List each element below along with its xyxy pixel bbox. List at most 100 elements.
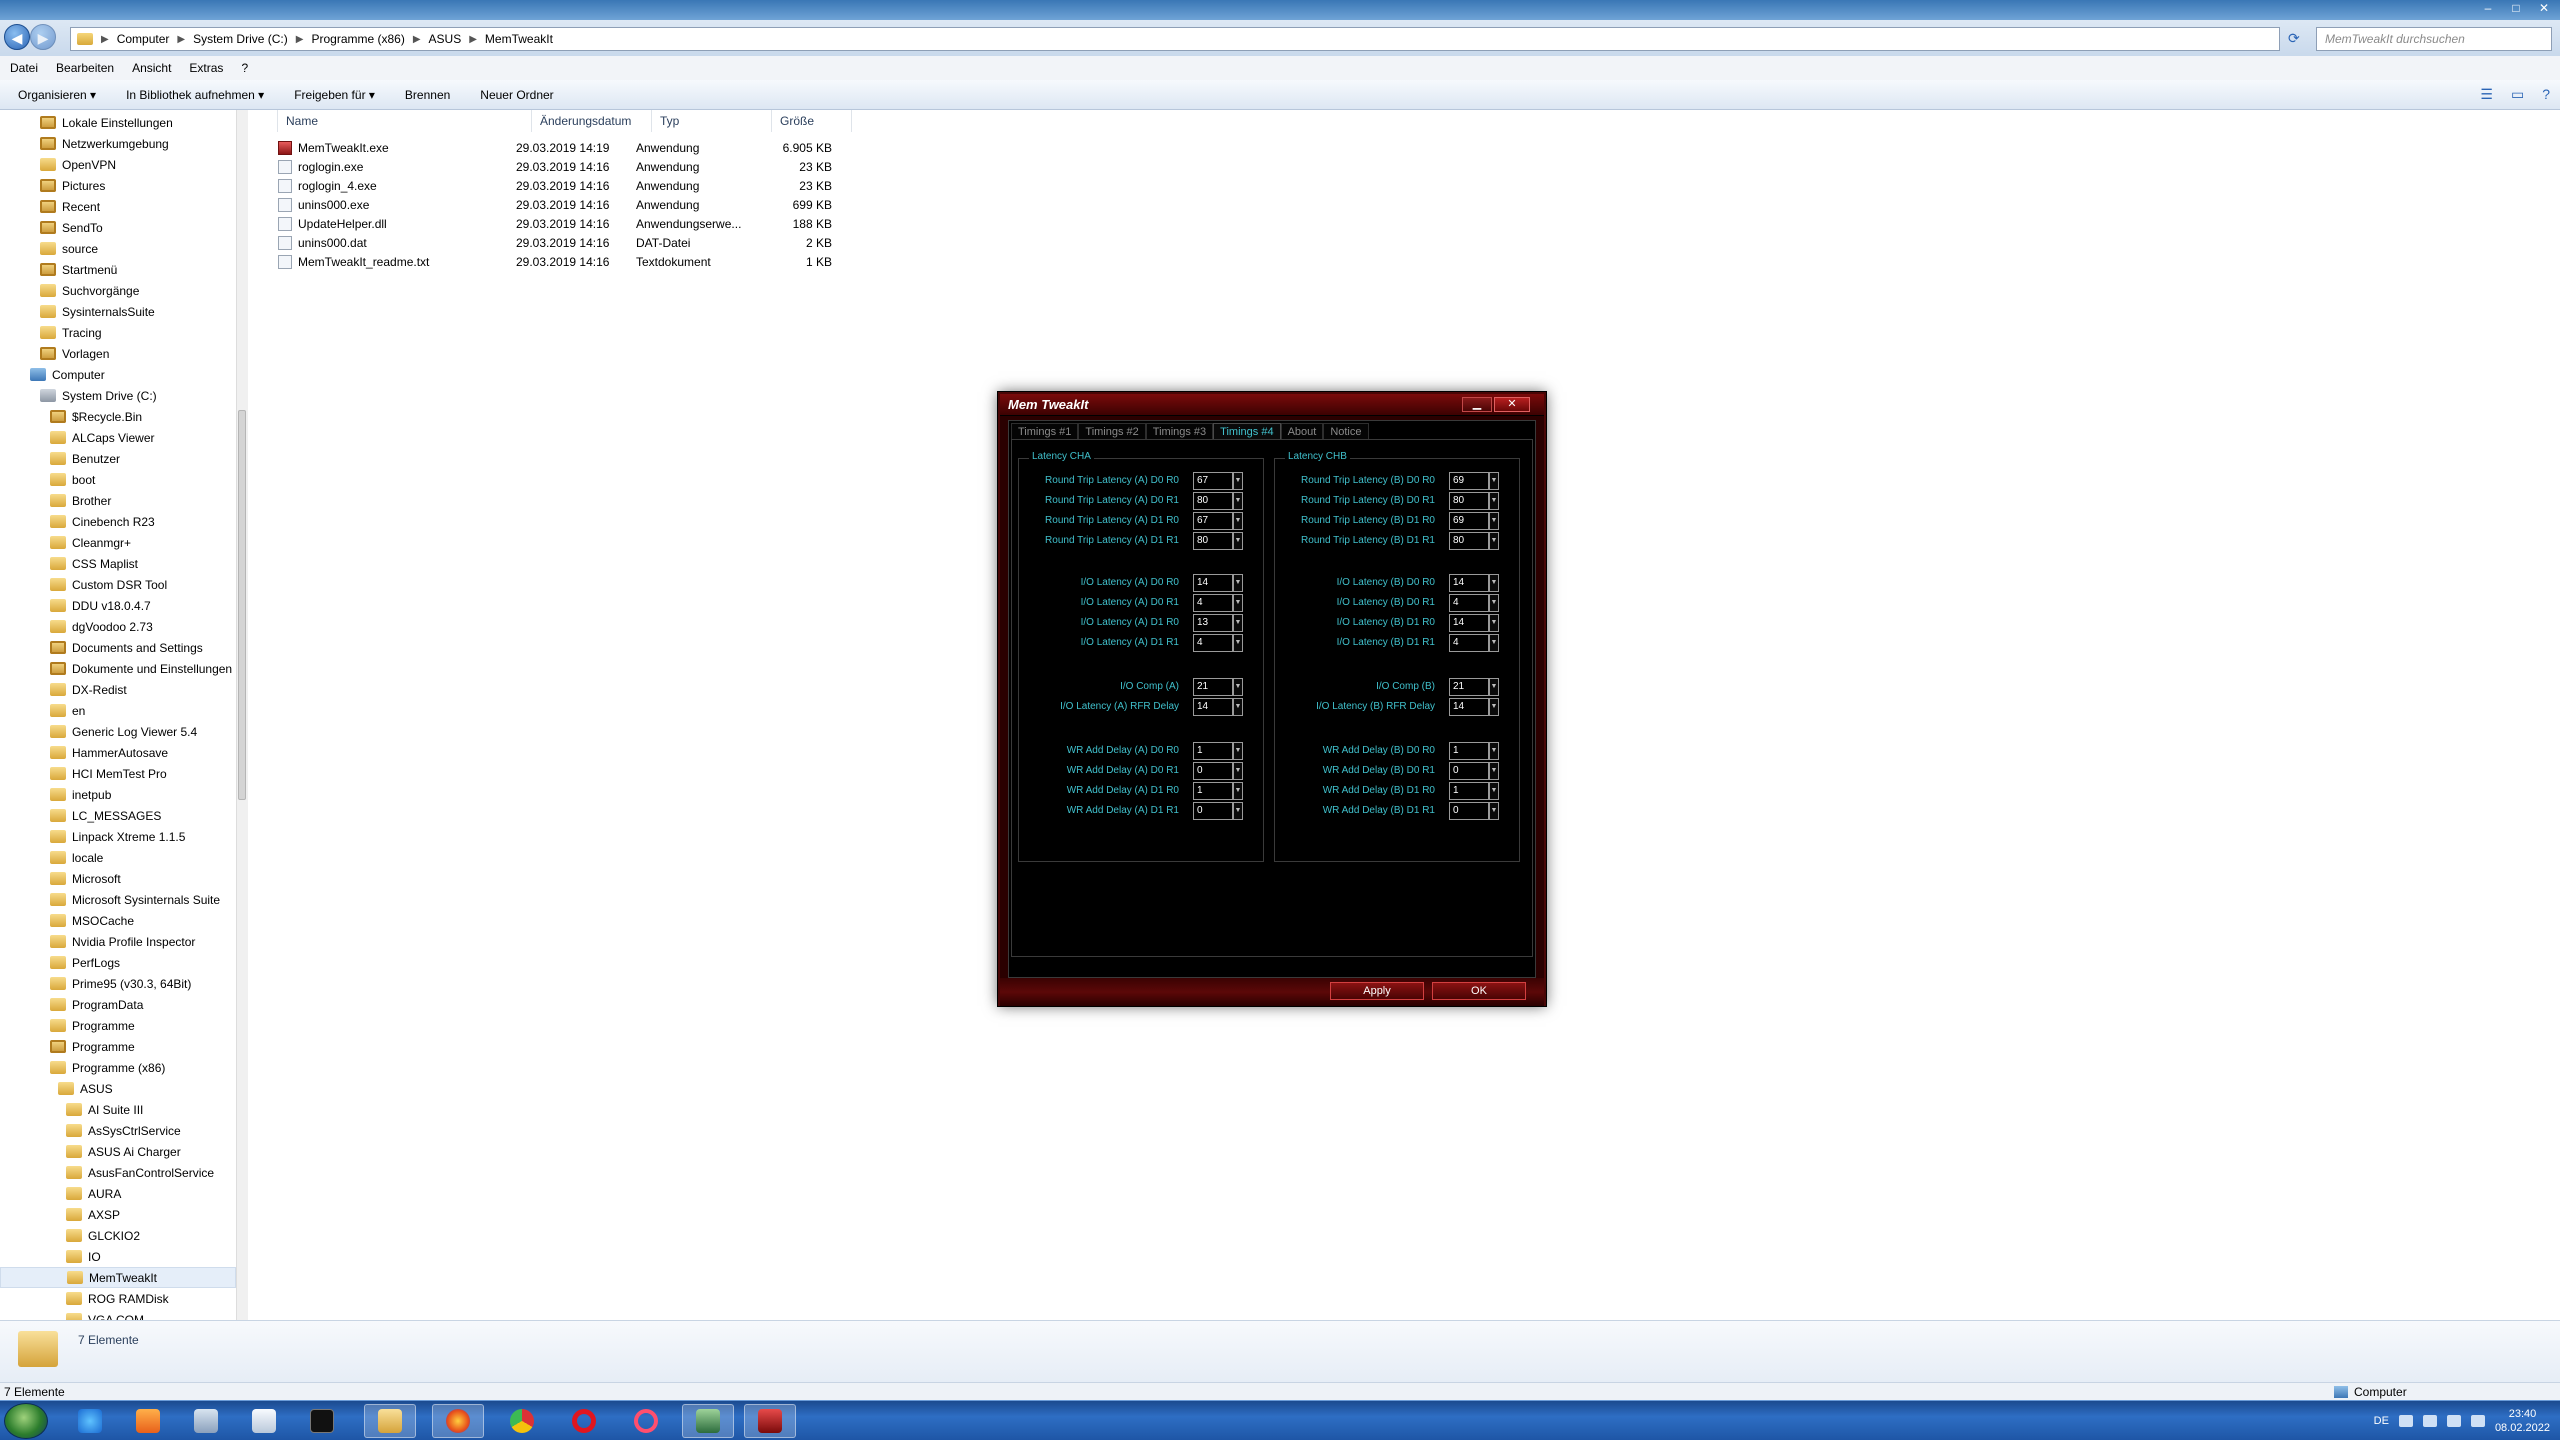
nav-item[interactable]: Dokumente und Einstellungen [50,658,232,679]
chevron-down-icon[interactable]: ▼ [1489,614,1499,632]
nav-item[interactable]: Generic Log Viewer 5.4 [50,721,197,742]
chevron-down-icon[interactable]: ▼ [1233,698,1243,716]
chevron-down-icon[interactable]: ▼ [1233,782,1243,800]
apply-button[interactable]: Apply [1330,982,1424,1000]
organize-button[interactable]: Organisieren ▾ [18,88,96,102]
burn-button[interactable]: Brennen [405,88,450,102]
nav-item[interactable]: AI Suite III [66,1099,143,1120]
chevron-down-icon[interactable]: ▼ [1489,678,1499,696]
menu-bearbeiten[interactable]: Bearbeiten [56,61,114,75]
nav-item[interactable]: locale [50,847,103,868]
close-button[interactable]: ✕ [2532,0,2556,16]
taskbar-firefox[interactable] [432,1404,484,1438]
timing-value-input[interactable]: 1 [1449,782,1489,800]
breadcrumb-item[interactable]: Programme (x86) [311,32,404,46]
timing-value-input[interactable]: 21 [1193,678,1233,696]
menu-datei[interactable]: Datei [10,61,38,75]
chevron-down-icon[interactable]: ▼ [1489,574,1499,592]
nav-item[interactable]: Startmenü [40,259,117,280]
nav-item[interactable]: Prime95 (v30.3, 64Bit) [50,973,191,994]
nav-item[interactable]: AURA [66,1183,121,1204]
taskbar-cmd[interactable] [296,1404,348,1438]
chevron-down-icon[interactable]: ▼ [1233,634,1243,652]
timing-value-input[interactable]: 80 [1449,532,1489,550]
nav-item[interactable]: Nvidia Profile Inspector [50,931,195,952]
timing-value-input[interactable]: 4 [1193,594,1233,612]
tray-arrow-icon[interactable] [2398,1415,2413,1427]
forward-button[interactable]: ▶ [30,24,56,50]
nav-item[interactable]: Lokale Einstellungen [40,112,173,133]
nav-item[interactable]: Programme [50,1015,135,1036]
taskbar-app[interactable] [682,1404,734,1438]
nav-item[interactable]: SendTo [40,217,103,238]
nav-item[interactable]: source [40,238,98,259]
taskbar-media[interactable] [122,1404,174,1438]
timing-value-input[interactable]: 4 [1449,594,1489,612]
column-header-size[interactable]: Größe [772,110,852,132]
nav-item[interactable]: ROG RAMDisk [66,1288,169,1309]
minimize-button[interactable]: – [2476,0,2500,16]
timing-value-input[interactable]: 0 [1193,802,1233,820]
nav-item[interactable]: OpenVPN [40,154,116,175]
ok-button[interactable]: OK [1432,982,1526,1000]
volume-icon[interactable] [2470,1415,2485,1427]
nav-item[interactable]: Programme [50,1036,135,1057]
taskbar-memtweakit[interactable] [744,1404,796,1438]
chevron-down-icon[interactable]: ▼ [1489,802,1499,820]
nav-item[interactable]: GLCKIO2 [66,1225,140,1246]
timing-value-input[interactable]: 67 [1193,472,1233,490]
column-header-date[interactable]: Änderungsdatum [532,110,652,132]
nav-item[interactable]: MemTweakIt [0,1267,236,1288]
timing-value-input[interactable]: 4 [1449,634,1489,652]
tab-timings-1[interactable]: Timings #1 [1011,423,1079,439]
timing-value-input[interactable]: 80 [1193,532,1233,550]
chevron-down-icon[interactable]: ▼ [1489,782,1499,800]
nav-item[interactable]: Linpack Xtreme 1.1.5 [50,826,185,847]
timing-value-input[interactable]: 69 [1449,472,1489,490]
taskbar-opera[interactable] [558,1404,610,1438]
nav-item[interactable]: Computer [30,364,105,385]
chevron-down-icon[interactable]: ▼ [1233,614,1243,632]
nav-item[interactable]: IO [66,1246,101,1267]
column-header-type[interactable]: Typ [652,110,772,132]
select-all-checkbox[interactable] [252,110,278,132]
chevron-down-icon[interactable]: ▼ [1489,634,1499,652]
nav-item[interactable]: CSS Maplist [50,553,138,574]
chevron-down-icon[interactable]: ▼ [1233,678,1243,696]
back-button[interactable]: ◀ [4,24,30,50]
timing-value-input[interactable]: 0 [1449,802,1489,820]
tab-timings-4[interactable]: Timings #4 [1213,423,1281,439]
timing-value-input[interactable]: 69 [1449,512,1489,530]
nav-item[interactable]: System Drive (C:) [40,385,157,406]
taskbar-ie[interactable] [64,1404,116,1438]
nav-item[interactable]: Brother [50,490,111,511]
nav-item[interactable]: Vorlagen [40,343,109,364]
file-row[interactable]: MemTweakIt_readme.txt 29.03.2019 14:16 Tex… [278,252,832,271]
column-header-name[interactable]: Name [278,110,532,132]
timing-value-input[interactable]: 21 [1449,678,1489,696]
chevron-down-icon[interactable]: ▼ [1489,512,1499,530]
taskbar-settings[interactable] [180,1404,232,1438]
chevron-down-icon[interactable]: ▼ [1233,512,1243,530]
timing-value-input[interactable]: 14 [1449,614,1489,632]
chevron-down-icon[interactable]: ▼ [1233,742,1243,760]
chevron-down-icon[interactable]: ▼ [1233,574,1243,592]
share-with-button[interactable]: Freigeben für ▾ [294,88,375,102]
chevron-down-icon[interactable]: ▼ [1489,492,1499,510]
nav-item[interactable]: Pictures [40,175,105,196]
timing-value-input[interactable]: 13 [1193,614,1233,632]
chevron-down-icon[interactable]: ▼ [1489,762,1499,780]
file-row[interactable]: roglogin_4.exe 29.03.2019 14:16 Anwendung 2… [278,176,832,195]
chevron-down-icon[interactable]: ▼ [1489,742,1499,760]
breadcrumb-item[interactable]: Computer [117,32,170,46]
nav-item[interactable]: AXSP [66,1204,120,1225]
search-input[interactable]: MemTweakIt durchsuchen [2316,27,2552,51]
timing-value-input[interactable]: 1 [1449,742,1489,760]
include-in-library-button[interactable]: In Bibliothek aufnehmen ▾ [126,88,264,102]
breadcrumb-item[interactable]: ASUS [429,32,462,46]
file-row[interactable]: unins000.dat 29.03.2019 14:16 DAT-Datei 2 K… [278,233,832,252]
breadcrumb-item[interactable]: System Drive (C:) [193,32,288,46]
nav-item[interactable]: LC_MESSAGES [50,805,161,826]
nav-item[interactable]: Tracing [40,322,102,343]
nav-item[interactable]: Microsoft [50,868,121,889]
